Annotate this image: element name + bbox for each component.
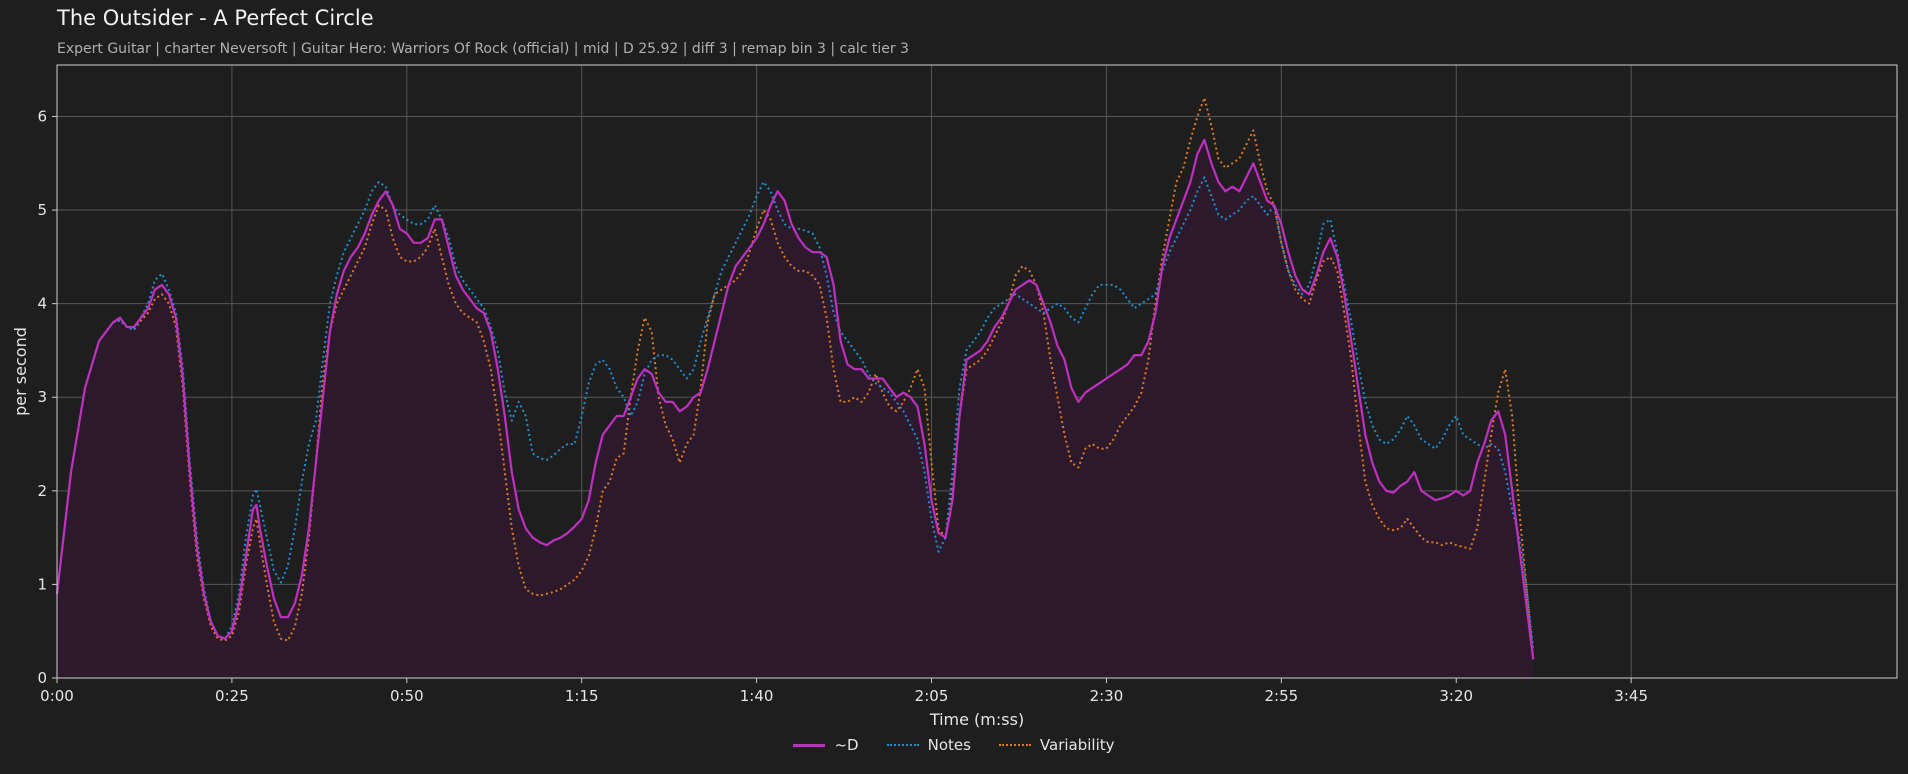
x-tick-label: 1:15 bbox=[565, 687, 599, 705]
y-tick-label: 3 bbox=[37, 388, 47, 406]
legend-label-notes: Notes bbox=[927, 736, 971, 754]
y-tick-label: 1 bbox=[37, 575, 47, 593]
legend-label-variability: Variability bbox=[1039, 736, 1115, 754]
y-tick-label: 2 bbox=[37, 482, 47, 500]
legend-item-notes: Notes bbox=[886, 736, 971, 754]
x-tick-label: 2:05 bbox=[915, 687, 949, 705]
x-tick-label: 2:55 bbox=[1264, 687, 1298, 705]
x-tick-label: 3:45 bbox=[1614, 687, 1648, 705]
y-tick-label: 0 bbox=[37, 669, 47, 687]
legend-item-d: ~D bbox=[793, 736, 859, 754]
x-tick-label: 1:40 bbox=[740, 687, 774, 705]
legend-swatch-d bbox=[793, 743, 826, 747]
y-axis-label: per second bbox=[11, 327, 30, 416]
legend-swatch-notes bbox=[886, 744, 919, 746]
x-tick-label: 2:30 bbox=[1090, 687, 1124, 705]
legend-label-d: ~D bbox=[834, 736, 859, 754]
x-tick-label: 3:20 bbox=[1439, 687, 1473, 705]
legend-item-variability: Variability bbox=[998, 736, 1115, 754]
legend: ~D Notes Variability bbox=[0, 736, 1908, 754]
x-tick-label: 0:25 bbox=[215, 687, 249, 705]
x-tick-label: 0:00 bbox=[40, 687, 74, 705]
y-tick-label: 5 bbox=[37, 201, 47, 219]
y-tick-label: 4 bbox=[37, 295, 47, 313]
x-axis-label: Time (m:ss) bbox=[929, 710, 1024, 729]
series-d-area bbox=[57, 139, 1534, 678]
y-tick-label: 6 bbox=[37, 107, 47, 125]
chart-plot: 0:00 0:25 0:50 1:15 1:40 2:05 2:30 2:55 3:20 3:45… bbox=[11, 64, 1898, 729]
x-tick-label: 0:50 bbox=[390, 687, 424, 705]
legend-swatch-variability bbox=[998, 744, 1031, 746]
